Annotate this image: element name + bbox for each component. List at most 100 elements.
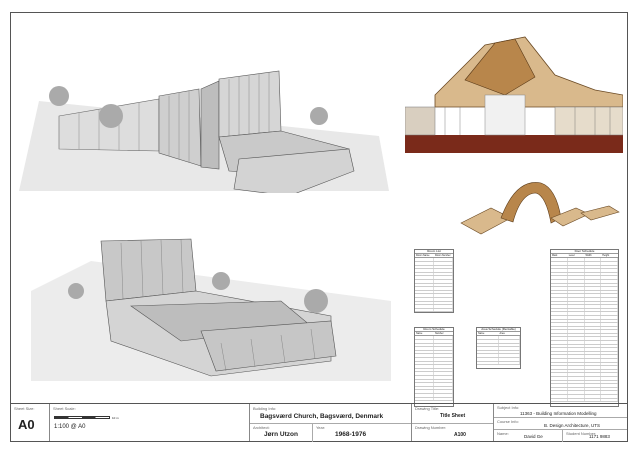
column-header: Room Name <box>416 254 430 258</box>
table-cell <box>551 359 568 362</box>
table-cell <box>585 315 602 319</box>
table-cell <box>415 361 434 365</box>
table-cell <box>568 394 585 398</box>
building-caption: Building Info: <box>253 406 277 411</box>
table-cell <box>601 341 618 344</box>
table-cell <box>434 365 453 368</box>
roof-component-view[interactable] <box>451 178 621 238</box>
table-cell <box>415 262 434 265</box>
section-perspective-view[interactable] <box>405 35 623 155</box>
table-cell <box>601 355 618 359</box>
table-cell <box>551 362 568 366</box>
table-cell <box>551 319 568 323</box>
table-cell <box>415 258 434 261</box>
table-cell <box>415 297 434 301</box>
table-cell <box>434 375 453 379</box>
table-cell <box>551 297 568 301</box>
table-cell <box>499 357 520 361</box>
table-cell <box>415 365 434 368</box>
table-cell <box>585 276 602 279</box>
table-cell <box>585 384 602 387</box>
table-cell <box>477 347 499 350</box>
table-cell <box>551 258 568 261</box>
table-cell <box>434 340 453 343</box>
architect-cell: Architect: Jørn Utzon <box>250 424 310 442</box>
table-cell <box>551 287 568 290</box>
scale-bar-label: 10 m <box>112 416 119 420</box>
table-cell <box>585 297 602 301</box>
table-cell <box>601 377 618 380</box>
table-cell <box>434 279 453 283</box>
table-cell <box>568 384 585 387</box>
table-cell <box>601 387 618 391</box>
sheet-size-cell: Sheet Size: A0 <box>11 404 49 441</box>
table-cell <box>434 354 453 357</box>
axonometric-view-1[interactable] <box>19 41 389 193</box>
table-cell <box>568 366 585 369</box>
table-cell <box>551 369 568 373</box>
table-cell <box>601 348 618 351</box>
table-cell <box>601 287 618 290</box>
table-cell <box>415 379 434 383</box>
table-cell <box>585 362 602 366</box>
table-cell <box>601 333 618 337</box>
table-cell <box>601 391 618 394</box>
table-cell <box>551 391 568 394</box>
table-cell <box>601 359 618 362</box>
table-cell <box>585 355 602 359</box>
subject-name: 11363 - Building Information Modelling <box>520 411 597 416</box>
column-header: Name <box>416 332 423 336</box>
table-cell <box>434 393 453 397</box>
table-cell <box>568 380 585 384</box>
table-cell <box>568 330 585 333</box>
table-cell <box>568 301 585 305</box>
table-cell <box>551 323 568 326</box>
table-cell <box>585 330 602 333</box>
table-cell <box>585 290 602 294</box>
table-cell <box>477 343 499 347</box>
architect-name: Jørn Utzon <box>264 431 298 438</box>
table-cell <box>477 361 499 365</box>
table-cell <box>585 373 602 376</box>
table-cell <box>585 366 602 369</box>
table-cell <box>551 283 568 287</box>
church-axonometric-2 <box>31 238 391 381</box>
table-cell <box>551 301 568 305</box>
table-cell <box>568 355 585 359</box>
table-cell <box>415 393 434 397</box>
table-cell <box>499 343 520 347</box>
axonometric-view-2[interactable] <box>31 231 391 381</box>
table-cell <box>568 377 585 380</box>
year: 1968-1976 <box>335 431 367 438</box>
table-cell <box>551 380 568 384</box>
table-cell <box>415 308 434 312</box>
table-cell <box>434 276 453 279</box>
drawing-number-caption: Drawing Number: <box>415 425 447 430</box>
table-cell <box>585 279 602 283</box>
table-cell <box>415 287 434 290</box>
table-cell <box>551 315 568 319</box>
year-cell: Year: 1968-1976 <box>312 424 411 442</box>
table-cell <box>585 337 602 341</box>
table-cell <box>434 336 453 339</box>
student-id: 1171 9883 <box>589 434 610 439</box>
table-cell <box>551 348 568 351</box>
table-cell <box>568 319 585 323</box>
column-header: Number <box>435 332 444 336</box>
table-cell <box>477 357 499 361</box>
sheet-size: A0 <box>18 417 35 432</box>
sheet-size-caption: Sheet Size: <box>14 406 35 411</box>
table-cell <box>434 262 453 265</box>
table-cell <box>568 315 585 319</box>
table-cell <box>568 359 585 362</box>
table-row <box>415 312 453 313</box>
table-cell <box>551 373 568 376</box>
table-cell <box>434 357 453 361</box>
table-cell <box>585 326 602 330</box>
table-cell <box>551 351 568 355</box>
table-cell <box>568 308 585 312</box>
table-cell <box>415 383 434 386</box>
column-header: Name <box>478 332 485 336</box>
table-cell <box>415 375 434 379</box>
table-cell <box>568 337 585 341</box>
